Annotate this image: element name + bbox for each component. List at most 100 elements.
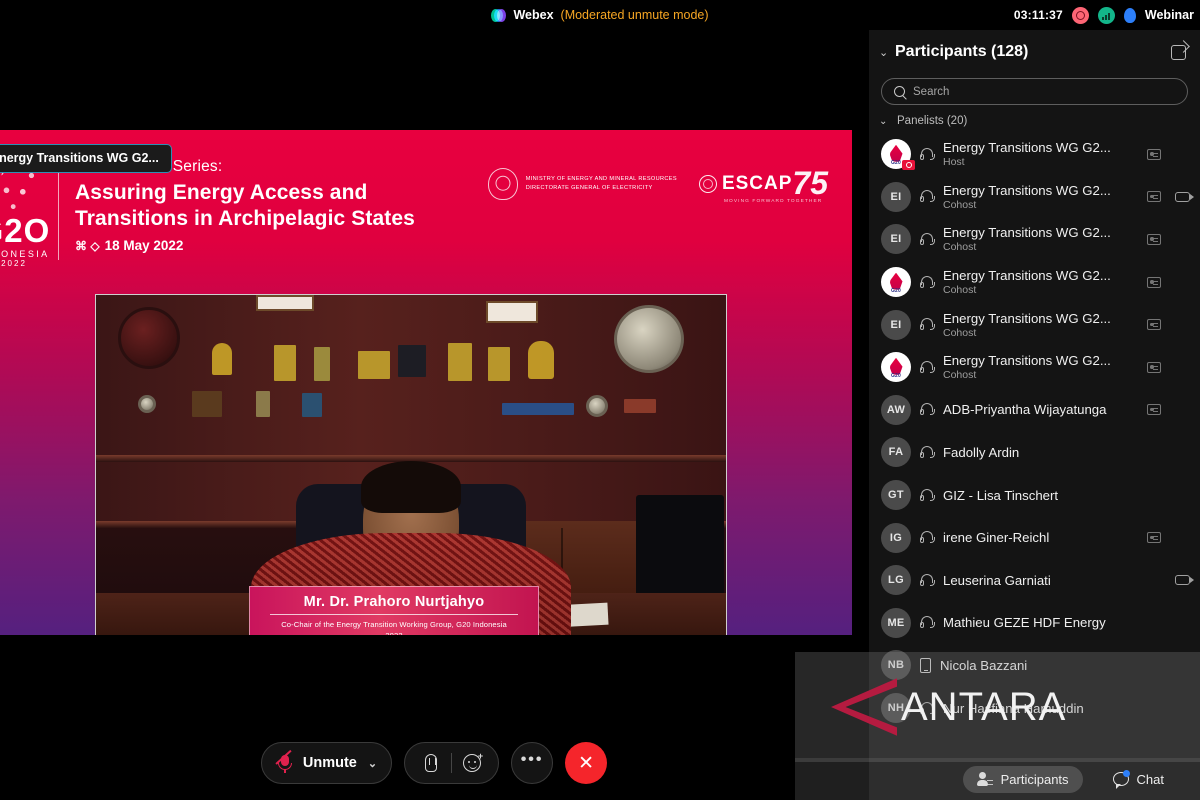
speaker-role-line2: 2022 — [260, 630, 528, 635]
award-plaque — [502, 403, 574, 415]
award-plaque — [256, 391, 270, 417]
leave-meeting-button[interactable]: ✕ — [565, 742, 608, 784]
slide-date-line: ⌘ ◇ 18 May 2022 — [75, 238, 415, 253]
panel-footer-bar: Participants Chat — [795, 758, 1200, 800]
escap-logo: ESCAP 75 MOVING FORWARD TOGETHER — [698, 167, 828, 204]
network-signal-icon[interactable] — [1097, 6, 1115, 24]
participant-info: ADB-Priyantha Wijayatunga — [943, 402, 1138, 417]
search-wrapper — [869, 74, 1200, 113]
participant-row[interactable]: AW ADB-Priyantha Wijayatunga — [869, 389, 1200, 432]
avatar: G20 — [881, 139, 915, 171]
participant-row[interactable]: FA Fadolly Ardin — [869, 431, 1200, 474]
avatar: EI — [881, 181, 911, 212]
avatar: AW — [881, 394, 911, 425]
participant-row[interactable]: EI Energy Transitions WG G2... Cohost — [869, 176, 1200, 219]
speaker-name: Mr. Dr. Prahoro Nurtjahyo — [303, 594, 485, 610]
participant-row[interactable]: ME Mathieu GEZE HDF Energy — [869, 602, 1200, 645]
participant-badges — [1147, 319, 1190, 331]
participant-row[interactable]: IG irene Giner-Reichl — [869, 516, 1200, 559]
participant-row[interactable]: GT GIZ - Lisa Tinschert — [869, 474, 1200, 517]
reactions-button[interactable]: + — [452, 743, 492, 783]
video-camera-icon — [1175, 575, 1194, 586]
g20-avatar-icon — [889, 272, 903, 290]
more-options-button[interactable]: ••• — [511, 742, 554, 784]
g20-avatar-word: G20 — [890, 160, 902, 167]
participants-toggle-button[interactable]: Participants — [962, 765, 1083, 793]
decorative-plate — [138, 395, 156, 413]
certificate — [256, 295, 314, 311]
award-plaque — [274, 345, 296, 381]
chat-toggle-button[interactable]: Chat — [1099, 766, 1178, 793]
award-plaque — [314, 347, 330, 381]
search-box[interactable] — [881, 78, 1188, 105]
popout-panel-icon[interactable] — [1171, 44, 1186, 60]
avatar: FA — [881, 437, 911, 468]
g20-avatar-icon — [889, 144, 903, 162]
chat-toggle-label: Chat — [1136, 771, 1164, 787]
participant-name: ADB-Priyantha Wijayatunga — [943, 402, 1107, 418]
panelist-badge-icon — [1147, 191, 1161, 203]
webex-logo-icon — [491, 8, 507, 22]
avatar: GT — [881, 480, 911, 511]
webinar-badge-icon — [1123, 7, 1136, 23]
participant-row[interactable]: G20 Energy Transitions WG G2... Host — [869, 133, 1200, 176]
panelists-group-header[interactable]: ⌄ Panelists (20) — [869, 113, 1200, 133]
speaker-video[interactable]: Mr. Dr. Prahoro Nurtjahyo Co-Chair of th… — [95, 294, 727, 635]
shared-slide: G2O INDONESIA 2022 G20 Webinar Series: A… — [0, 130, 852, 635]
participant-badges — [1147, 191, 1194, 203]
search-input[interactable] — [913, 85, 1175, 98]
participant-list[interactable]: G20 Energy Transitions WG G2... Host EI Ener… — [869, 133, 1200, 729]
slide-headline: Assuring Energy Access and Transitions i… — [75, 180, 415, 231]
chevron-down-icon: ⌄ — [879, 115, 888, 127]
escap-tagline: MOVING FORWARD TOGETHER — [723, 198, 823, 204]
certificate — [486, 301, 538, 323]
participant-info: Mathieu GEZE HDF Energy — [943, 615, 1166, 630]
slide-date: 18 May 2022 — [104, 238, 184, 254]
participant-info: Fadolly Ardin — [943, 445, 1166, 460]
participant-info: Energy Transitions WG G2... Cohost — [943, 183, 1138, 211]
panelist-badge-icon — [1147, 361, 1161, 373]
participant-row[interactable]: G20 Energy Transitions WG G2... Cohost — [869, 261, 1200, 304]
participant-name: Energy Transitions WG G2... — [943, 182, 1111, 198]
award-plaque — [488, 347, 510, 381]
participant-name: Energy Transitions WG G2... — [943, 140, 1111, 156]
participant-name: GIZ - Lisa Tinschert — [943, 487, 1059, 503]
collapse-caret-icon[interactable]: ⌄ — [879, 46, 895, 59]
more-options-icon: ••• — [520, 751, 544, 768]
ministry-line2: DIRECTORATE GENERAL OF ELECTRICITY — [525, 185, 653, 191]
app-name: Webex — [513, 8, 554, 22]
headset-audio-icon — [920, 403, 935, 416]
recording-indicator-icon[interactable] — [1071, 6, 1089, 24]
participant-name: Energy Transitions WG G2... — [943, 225, 1111, 241]
participant-info: Energy Transitions WG G2... Cohost — [943, 225, 1138, 253]
slide-headline-line2: Transitions in Archipelagic States — [75, 206, 415, 230]
unmute-button[interactable]: Unmute ⌄ — [260, 742, 393, 784]
antara-wordmark: ANTARA — [901, 684, 1067, 729]
participants-title: Participants (128) — [895, 43, 1029, 60]
participant-badges — [1147, 148, 1190, 160]
panelist-badge-icon — [1147, 532, 1161, 544]
avatar: ME — [881, 607, 911, 638]
headset-audio-icon — [920, 445, 935, 459]
chevron-down-icon[interactable]: ⌄ — [368, 757, 377, 770]
chat-icon — [1112, 770, 1130, 789]
participant-row[interactable]: EI Energy Transitions WG G2... Cohost — [869, 218, 1200, 261]
panelist-badge-icon — [1147, 148, 1161, 160]
top-bar-right-group: 03:11:37 Webinar — [1014, 0, 1194, 30]
participant-row[interactable]: LG Leuserina Garniati — [869, 559, 1200, 602]
raise-hand-button[interactable] — [411, 743, 451, 783]
participant-badges — [1175, 575, 1194, 586]
panelists-group-label: Panelists (20) — [897, 115, 968, 127]
escap-word: ESCAP — [721, 173, 793, 194]
slide-headline-line1: Assuring Energy Access and — [75, 181, 368, 204]
g20-avatar-word: G20 — [890, 288, 902, 295]
participant-info: irene Giner-Reichl — [943, 530, 1138, 545]
webex-meeting-window: Webex (Moderated unmute mode) 03:11:37 W… — [0, 0, 1200, 800]
award-plaque — [302, 393, 322, 417]
participant-row[interactable]: EI Energy Transitions WG G2... Cohost — [869, 303, 1200, 346]
participant-row[interactable]: G20 Energy Transitions WG G2... Cohost — [869, 346, 1200, 389]
panelist-badge-icon — [1147, 319, 1161, 331]
participant-info: Leuserina Garniati — [943, 573, 1166, 588]
avatar: G20 — [881, 267, 911, 298]
avatar: IG — [881, 522, 911, 553]
